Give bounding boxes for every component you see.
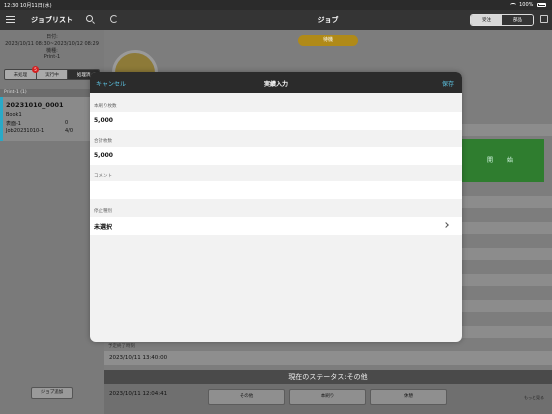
edit-icon[interactable] (540, 15, 548, 23)
comment-label: コメント (94, 174, 112, 179)
job-side-value: 0 (65, 120, 69, 126)
job-list-item[interactable]: 20231010_0001 Book1 表面-1 0 Job20231010-1… (0, 97, 104, 141)
other-button[interactable]: その他 (208, 389, 285, 405)
detail-row (462, 300, 552, 312)
start-time-value: 2023/10/11 12:04:41 (109, 391, 168, 397)
stop-type-label: 停止種別 (94, 209, 112, 214)
battery-percent: 100% (519, 2, 534, 8)
planned-end-label: 予定終了時刻 (108, 344, 135, 349)
total-count-label: 合計枚数 (94, 139, 112, 144)
sidebar-filter-info: 日付: 2023/10/11 08:30~2023/10/12 08:29 機種… (0, 30, 104, 68)
more-link[interactable]: もっと見る (524, 395, 544, 401)
order-parts-toggle: 受注 部品 (470, 14, 534, 26)
job-progress: 4/0 (65, 128, 74, 134)
main-navbar: ジョブ 受注 部品 (104, 10, 552, 30)
stop-type-value: 未選択 (94, 224, 113, 231)
job-status-segmented-control: 未処理 実行中 処理済 (4, 69, 100, 80)
battery-icon (537, 2, 546, 7)
detail-row (462, 248, 552, 260)
toggle-order[interactable]: 受注 (471, 15, 502, 25)
planned-end-value: 2023/10/11 13:40:00 (109, 355, 168, 361)
status-battery: 100% (509, 2, 546, 8)
status-bar: 12:30 10月11日(水) 100% (0, 0, 552, 10)
unprocessed-count-badge: 5 (32, 66, 39, 73)
info-machine-label: 機種: (46, 47, 58, 54)
detail-row (462, 222, 552, 234)
job-side: 表面-1 (6, 121, 21, 127)
detail-row (462, 196, 552, 208)
machine-group-header: Print-1 (1) (0, 89, 104, 97)
info-machine-value: Print-1 (43, 54, 61, 61)
sidebar-navbar: ジョブリスト (0, 10, 104, 30)
job-name: Job20231010-1 (6, 128, 45, 134)
comment-field[interactable] (90, 181, 462, 199)
total-count-value: 5,000 (94, 152, 113, 159)
results-input-modal: キャンセル 実績入力 保存 本刷り枚数 5,000 合計枚数 5,000 コメン… (90, 72, 462, 342)
main-print-count-value: 5,000 (94, 117, 113, 124)
main-print-count-field[interactable]: 5,000 (90, 112, 462, 130)
stop-type-selector[interactable]: 未選択 (90, 217, 462, 235)
main-print-count-label: 本刷り枚数 (94, 104, 117, 109)
planned-end-row (104, 351, 552, 365)
segment-running[interactable]: 実行中 (36, 70, 69, 79)
toggle-parts[interactable]: 部品 (502, 15, 533, 25)
total-count-field[interactable]: 5,000 (90, 147, 462, 165)
modal-title: 実績入力 (263, 81, 288, 88)
search-icon[interactable] (86, 15, 93, 22)
info-date-label: 日付: (46, 34, 58, 40)
chevron-right-icon (443, 222, 449, 228)
start-button[interactable]: 開 始 (462, 139, 544, 182)
detail-row (462, 326, 552, 338)
job-id: 20231010_0001 (6, 101, 64, 109)
job-status-pill: 待機 (298, 35, 358, 46)
job-book: Book1 (6, 112, 22, 118)
modal-header: キャンセル 実績入力 保存 (90, 72, 462, 93)
wifi-icon (509, 2, 516, 7)
add-job-button[interactable]: ジョブ追加 (31, 387, 73, 399)
save-button[interactable]: 保存 (442, 79, 454, 88)
status-time-date: 12:30 10月11日(水) (4, 3, 52, 9)
detail-row (462, 124, 552, 136)
current-status-bar: 現在のステータス:その他 (104, 370, 552, 384)
break-button[interactable]: 休憩 (370, 389, 447, 405)
main-print-button[interactable]: 本刷り (289, 389, 366, 405)
detail-row (462, 274, 552, 286)
info-date-range: 2023/10/11 08:30~2023/10/12 08:29 (5, 40, 99, 47)
